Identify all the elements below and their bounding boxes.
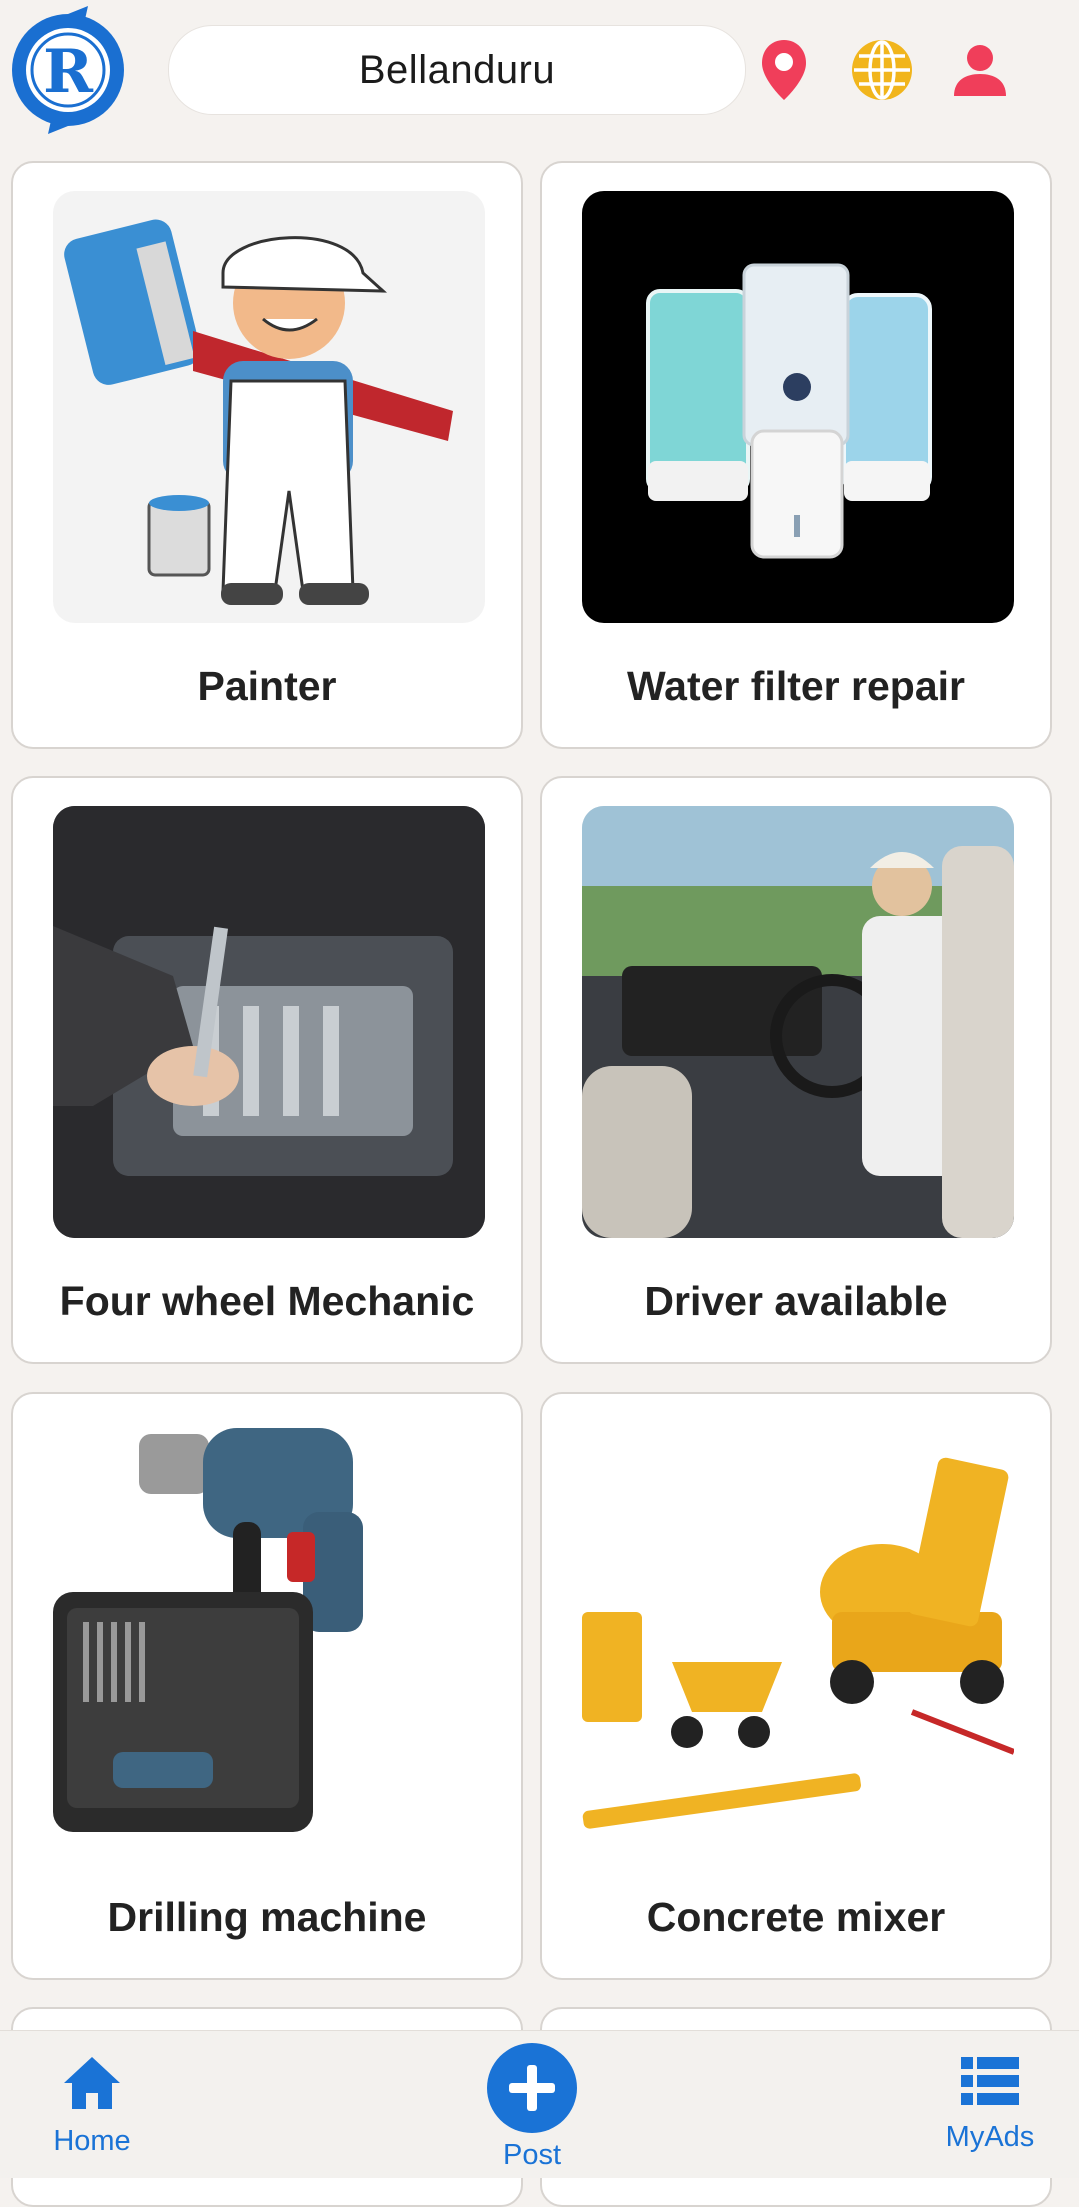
list-icon <box>918 2055 1062 2115</box>
category-label: Painter <box>197 663 337 709</box>
category-card-painter[interactable]: Painter <box>11 161 523 749</box>
nav-myads[interactable]: MyAds <box>918 2055 1062 2154</box>
globe-icon[interactable] <box>846 34 918 106</box>
category-label: Concrete mixer <box>646 1894 946 1940</box>
category-card-driver-available[interactable]: Driver available <box>540 776 1052 1364</box>
plus-icon <box>487 2043 577 2133</box>
drilling-machine-image <box>53 1422 485 1854</box>
bottom-nav: Home Post MyAds <box>0 2030 1079 2178</box>
svg-text:R: R <box>43 37 94 107</box>
top-bar: R Bellanduru <box>0 0 1079 136</box>
category-label: Driver available <box>644 1278 948 1324</box>
app-logo-icon[interactable]: R <box>10 6 126 134</box>
water-filter-image <box>582 191 1014 623</box>
mechanic-image <box>53 806 485 1238</box>
category-card-water-filter-repair[interactable]: Water filter repair <box>540 161 1052 749</box>
painter-image <box>53 191 485 623</box>
category-card-drilling-machine[interactable]: Drilling machine <box>11 1392 523 1980</box>
location-text: Bellanduru <box>358 47 556 92</box>
location-selector[interactable]: Bellanduru <box>168 25 746 115</box>
nav-post[interactable]: Post <box>470 2043 594 2172</box>
category-label: Water filter repair <box>627 663 965 709</box>
nav-home[interactable]: Home <box>30 2055 154 2158</box>
nav-myads-label: MyAds <box>945 2121 1035 2153</box>
home-icon <box>30 2055 154 2119</box>
user-icon[interactable] <box>944 34 1016 106</box>
nav-post-label: Post <box>502 2139 562 2171</box>
map-pin-icon[interactable] <box>748 34 820 106</box>
category-label: Four wheel Mechanic <box>59 1278 475 1324</box>
category-card-concrete-mixer[interactable]: Concrete mixer <box>540 1392 1052 1980</box>
nav-home-label: Home <box>53 2125 131 2157</box>
category-card-four-wheel-mechanic[interactable]: Four wheel Mechanic <box>11 776 523 1364</box>
concrete-mixer-image <box>582 1422 1014 1854</box>
category-label: Drilling machine <box>107 1894 427 1940</box>
driver-image <box>582 806 1014 1238</box>
